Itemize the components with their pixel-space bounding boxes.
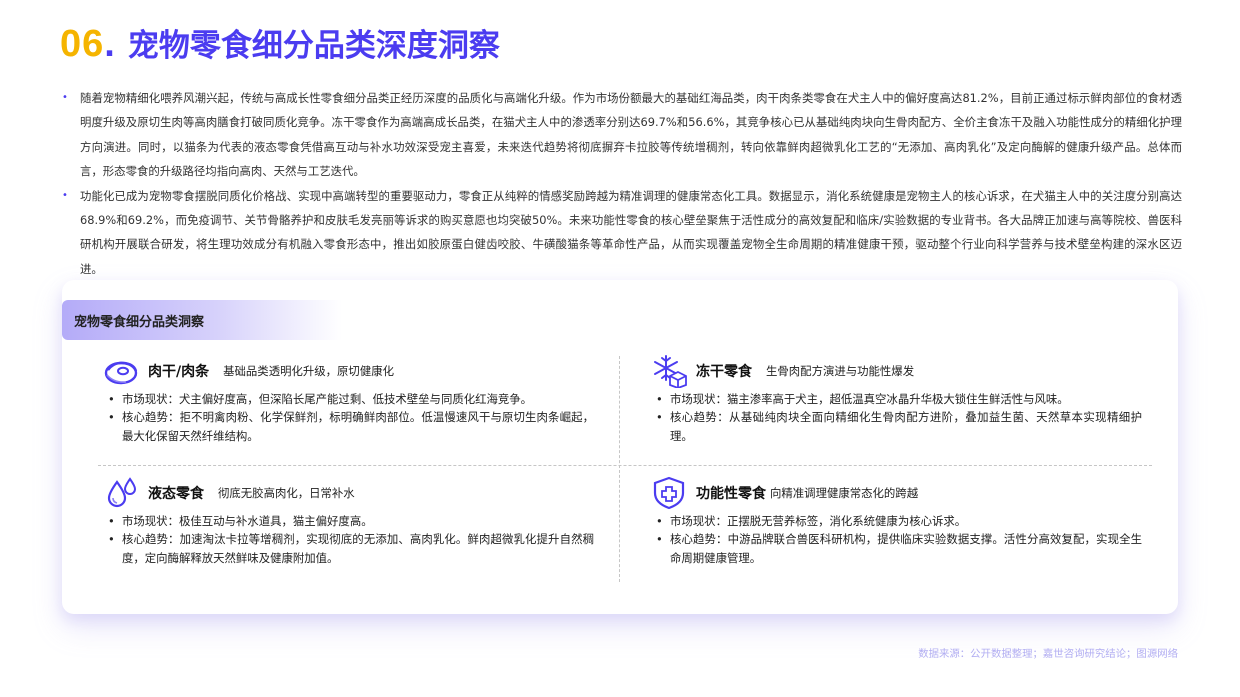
category-meat-jerky: 肉干/肉条 基础品类透明化升级，原切健康化 • 市场现状：犬主偏好度高，但深陷长尾…	[104, 354, 594, 445]
shield-cross-icon	[652, 476, 692, 510]
list-item: • 市场现状：正摆脱无营养标签，消化系统健康为核心诉求。	[656, 514, 967, 528]
horizontal-divider	[98, 465, 1152, 466]
data-source: 数据来源：公开数据整理；嘉世咨询研究结论；图源网络	[918, 648, 1178, 660]
bullet: •	[62, 92, 68, 103]
bullet: •	[62, 189, 68, 201]
meat-icon	[104, 354, 144, 388]
snowflake-cube-icon	[652, 354, 692, 388]
section-number: 06.	[60, 23, 116, 65]
category-functional: 功能性零食 向精准调理健康常态化的跨越 • 市场现状：正摆脱无营养标签，消化系统健…	[652, 476, 1142, 567]
list-item: • 核心趋势：中游品牌联合兽医科研机构，提供临床实验数据支撑。活性分高效复配，实现…	[656, 532, 1142, 565]
intro-list: • 随着宠物精细化喂养风潮兴起，传统与高成长性零食细分品类正经历深度的品质化与高…	[62, 86, 1182, 281]
list-item: • 市场现状：极佳互动与补水道具，猫主偏好度高。	[108, 514, 373, 528]
list-item: • 核心趋势：拒不明禽肉粉、化学保鲜剂，标明确鲜肉部位。低温慢速风干与原切生肉条崛…	[108, 410, 594, 443]
category-liquid: 液态零食 彻底无胶高肉化，日常补水 • 市场现状：极佳互动与补水道具，猫主偏好度高…	[104, 476, 594, 567]
droplets-icon	[104, 476, 144, 510]
list-item: • 市场现状：猫主渗率高于犬主，超低温真空冰晶升华极大锁住生鲜活性与风味。	[656, 392, 1069, 406]
page-title: 06. 宠物零食细分品类深度洞察	[60, 20, 500, 68]
list-item: • 核心趋势：加速淘汰卡拉等增稠剂，实现彻底的无添加、高肉乳化。鲜肉超微乳化提升自…	[108, 532, 594, 565]
card-header: 宠物零食细分品类洞察	[62, 300, 342, 340]
vertical-divider	[619, 356, 620, 582]
category-freeze-dried: 冻干零食 生骨肉配方演进与功能性爆发 • 市场现状：猫主渗率高于犬主，超低温真空冰…	[652, 354, 1142, 445]
insight-card: 宠物零食细分品类洞察 肉干/肉条 基础品类透明化升级，原切健康化 • 市场现状：犬…	[62, 280, 1178, 614]
intro-paragraph: • 功能化已成为宠物零食摆脱同质化价格战、实现中高端转型的重要驱动力，零食正从纯…	[62, 184, 1182, 282]
list-item: • 核心趋势：从基础纯肉块全面向精细化生骨肉配方进阶，叠加益生菌、天然草本实现精细…	[656, 410, 1142, 443]
intro-paragraph: • 随着宠物精细化喂养风潮兴起，传统与高成长性零食细分品类正经历深度的品质化与高…	[62, 86, 1182, 184]
list-item: • 市场现状：犬主偏好度高，但深陷长尾产能过剩、低技术壁垒与同质化红海竞争。	[108, 392, 533, 406]
section-title: 宠物零食细分品类深度洞察	[127, 28, 500, 64]
